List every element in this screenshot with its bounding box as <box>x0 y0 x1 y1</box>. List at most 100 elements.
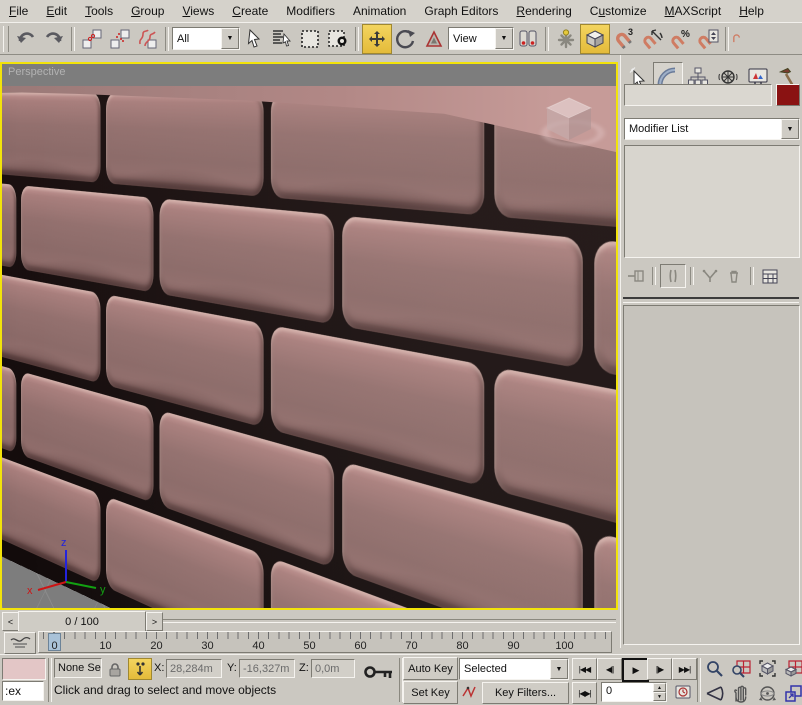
y-coordinate-field[interactable]: -16,327m <box>239 659 295 678</box>
zoom-button[interactable] <box>702 657 727 680</box>
select-object-button[interactable] <box>240 25 268 53</box>
select-and-rotate-button[interactable] <box>392 25 420 53</box>
menu-item[interactable]: Animation <box>344 1 415 21</box>
snaps-toggle-button[interactable] <box>580 24 610 54</box>
frame-ruler[interactable]: 0102030405060708090100 <box>38 631 612 653</box>
snap-magnet-3d-button[interactable]: 3 <box>610 25 638 53</box>
maxscript-mini-listener[interactable]: :ex <box>2 681 44 701</box>
menu-item[interactable]: Help <box>730 1 773 21</box>
unlink-icon <box>109 28 131 50</box>
scale-icon <box>424 29 444 49</box>
selection-lock-toggle[interactable] <box>106 660 124 678</box>
make-unique-button[interactable] <box>698 265 722 287</box>
viewport-label[interactable]: Perspective <box>8 66 65 78</box>
percent-snap-icon: % <box>668 27 692 51</box>
absolute-mode-transform-toggle[interactable] <box>128 658 152 680</box>
object-name-field[interactable] <box>624 84 772 106</box>
zoom-all-button[interactable] <box>728 657 753 680</box>
redo-button[interactable] <box>40 25 68 53</box>
angle-snap-toggle-button[interactable] <box>638 25 666 53</box>
z-coordinate-field[interactable]: 0,0m <box>311 659 355 678</box>
chevron-down-icon[interactable]: ▼ <box>550 659 568 679</box>
chevron-down-icon[interactable]: ▼ <box>781 119 799 139</box>
undo-button[interactable] <box>12 25 40 53</box>
menu-item[interactable]: Rendering <box>507 1 580 21</box>
x-coordinate-field[interactable]: 28,284m <box>166 659 222 678</box>
previous-frame-button[interactable]: ◀|| <box>597 658 622 680</box>
main-toolbar: All ▼ View ▼ <box>0 22 802 55</box>
window-crossing-toggle-button[interactable] <box>324 25 352 53</box>
current-frame-value: 0 <box>602 683 653 701</box>
rectangular-selection-region-button[interactable] <box>296 25 324 53</box>
zoom-extents-icon <box>758 659 777 678</box>
modifier-stack-list[interactable] <box>624 145 800 258</box>
auto-key-button[interactable]: Auto Key <box>403 657 458 680</box>
bind-to-spacewarp-button[interactable] <box>134 25 162 53</box>
menu-item[interactable]: File <box>0 1 37 21</box>
chevron-down-icon[interactable]: ▼ <box>221 28 239 49</box>
field-of-view-button[interactable] <box>702 682 727 705</box>
menu-item[interactable]: Graph Editors <box>415 1 507 21</box>
ghost-cube-object[interactable] <box>543 96 595 142</box>
macro-recorder-field[interactable] <box>2 658 46 680</box>
next-frame-arrow-button[interactable]: > <box>146 612 163 631</box>
fov-icon <box>705 684 724 703</box>
zoom-extents-button[interactable] <box>755 657 780 680</box>
unlink-selection-button[interactable] <box>106 25 134 53</box>
key-filters-button[interactable]: Key Filters... <box>482 682 569 704</box>
menu-item[interactable]: Modifiers <box>277 1 344 21</box>
clipped-toolbar-button[interactable] <box>732 25 742 53</box>
menu-item[interactable]: MAXScript <box>656 1 731 21</box>
spinner-down-icon[interactable]: ▼ <box>653 692 666 701</box>
spinner-up-icon[interactable]: ▲ <box>653 683 666 692</box>
percent-snap-toggle-button[interactable]: % <box>666 25 694 53</box>
next-frame-button[interactable]: ||▶ <box>647 658 672 680</box>
make-unique-icon <box>702 269 718 283</box>
spinner-snap-toggle-button[interactable] <box>694 25 722 53</box>
reference-coordinate-system-dropdown[interactable]: View ▼ <box>448 27 514 50</box>
menu-item[interactable]: Customize <box>581 1 656 21</box>
maximize-viewport-toggle-button[interactable] <box>781 682 802 705</box>
pin-stack-button[interactable] <box>624 265 648 287</box>
perspective-viewport[interactable]: Perspective z x y <box>0 62 618 610</box>
chevron-down-icon[interactable]: ▼ <box>495 28 513 49</box>
menu-item[interactable]: Edit <box>37 1 76 21</box>
remove-modifier-button[interactable] <box>722 265 746 287</box>
current-frame-field[interactable]: 0 ▲ ▼ <box>601 682 667 702</box>
select-and-scale-button[interactable] <box>420 25 448 53</box>
show-end-result-button[interactable] <box>660 264 686 288</box>
select-by-name-button[interactable] <box>268 25 296 53</box>
object-color-swatch[interactable] <box>776 84 800 106</box>
go-to-start-button[interactable]: |◀◀ <box>572 658 597 680</box>
pan-button[interactable] <box>728 682 753 705</box>
go-to-end-button[interactable]: ▶▶| <box>672 658 697 680</box>
track-bar: 0102030405060708090100 <box>0 631 618 655</box>
use-pivot-center-button[interactable] <box>514 25 542 53</box>
menu-item[interactable]: Views <box>173 1 223 21</box>
time-configuration-button[interactable] <box>673 682 693 702</box>
menu-item[interactable]: Group <box>122 1 173 21</box>
play-animation-button[interactable]: ▶ <box>622 658 649 682</box>
frame-spinner[interactable]: ▲ ▼ <box>653 683 666 701</box>
set-key-button[interactable]: Set Key <box>403 681 458 704</box>
rotate-icon <box>395 28 417 50</box>
toolbar-grip[interactable] <box>3 26 9 52</box>
menu-item[interactable]: Create <box>223 1 277 21</box>
z-coordinate-label: Z: <box>299 662 309 674</box>
selection-filter-dropdown[interactable]: All ▼ <box>172 27 240 50</box>
time-slider-button[interactable]: 0 / 100 <box>18 611 146 632</box>
select-and-link-button[interactable] <box>78 25 106 53</box>
select-and-manipulate-button[interactable] <box>552 25 580 53</box>
modifier-list-dropdown[interactable]: Modifier List ▼ <box>624 118 800 140</box>
previous-frame-arrow-button[interactable]: < <box>2 612 19 631</box>
set-keys-button[interactable] <box>360 658 398 685</box>
arc-rotate-button[interactable] <box>755 682 780 705</box>
default-tangent-button[interactable] <box>459 682 479 702</box>
menu-item[interactable]: Tools <box>76 1 122 21</box>
configure-modifier-sets-button[interactable] <box>758 265 782 287</box>
zoom-extents-all-button[interactable] <box>781 657 802 680</box>
key-mode-toggle-button[interactable]: |◀▶| <box>572 682 597 704</box>
rollout-area[interactable] <box>623 305 800 645</box>
select-and-move-button[interactable] <box>362 24 392 54</box>
key-filter-selection-dropdown[interactable]: Selected ▼ <box>459 658 569 680</box>
